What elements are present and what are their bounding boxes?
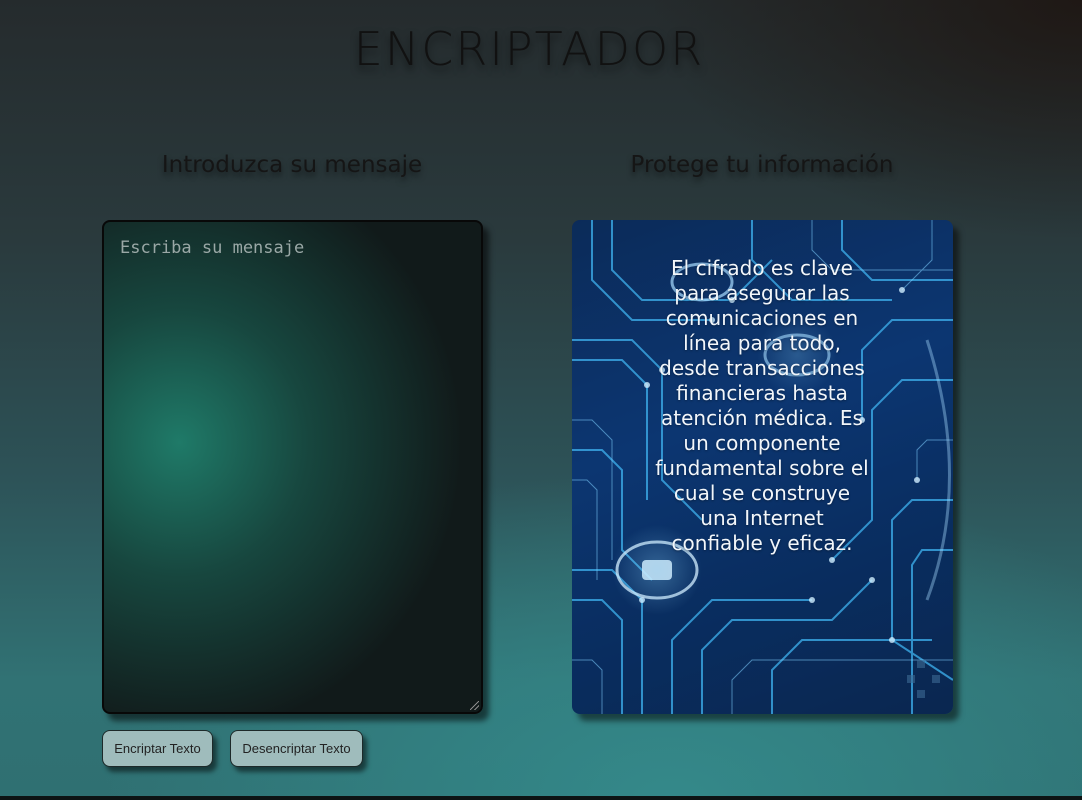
message-input[interactable]	[104, 222, 481, 712]
message-input-container	[102, 220, 483, 714]
input-section-heading: Introduzca su mensaje	[161, 152, 423, 178]
page-bottom-edge	[0, 796, 1082, 800]
decrypt-button[interactable]: Desencriptar Texto	[230, 730, 363, 767]
info-section-heading: Protege tu información	[630, 152, 894, 178]
info-card-text: El cifrado es clave para asegurar las co…	[655, 256, 869, 555]
page-title: ENCRIPTADOR	[353, 22, 705, 76]
resize-handle-icon[interactable]	[470, 701, 479, 710]
encrypt-button[interactable]: Encriptar Texto	[102, 730, 213, 767]
info-card: El cifrado es clave para asegurar las co…	[572, 220, 953, 714]
